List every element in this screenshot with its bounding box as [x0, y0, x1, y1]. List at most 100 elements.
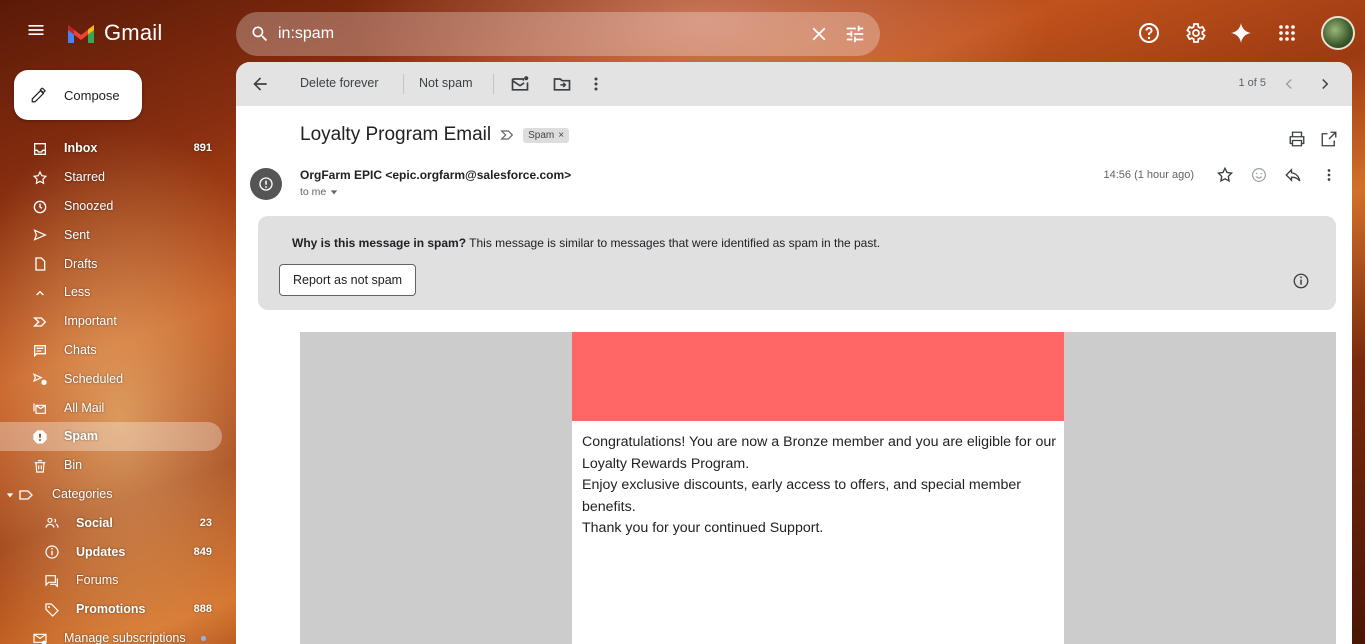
sidebar-item-label: Important [64, 314, 117, 329]
emoji-reaction-icon[interactable] [1250, 166, 1268, 184]
sender-name-email[interactable]: OrgFarm EPIC <epic.orgfarm@salesforce.co… [300, 168, 571, 182]
email-paragraph: Congratulations! You are now a Bronze me… [582, 434, 1056, 472]
email-text: Congratulations! You are now a Bronze me… [582, 432, 1057, 540]
sender-avatar[interactable] [250, 168, 282, 200]
help-icon[interactable] [1137, 21, 1161, 45]
remove-label-button[interactable]: × [558, 130, 564, 141]
sidebar-item-less[interactable]: Less [0, 278, 222, 307]
compose-button[interactable]: Compose [14, 70, 142, 120]
main-menu-button[interactable] [26, 20, 52, 46]
spam-warning-banner: Why is this message in spam? This messag… [258, 216, 1336, 310]
sidebar-item-spam[interactable]: Spam [0, 421, 222, 451]
more-vertical-icon[interactable] [586, 74, 606, 94]
important-marker-icon[interactable] [499, 127, 515, 143]
spam-explanation: Why is this message in spam? This messag… [292, 236, 880, 250]
chevron-right-icon[interactable] [1316, 75, 1334, 93]
toolbar-divider [493, 74, 494, 94]
info-icon [45, 545, 59, 559]
sidebar-item-count: 23 [199, 516, 212, 529]
sidebar-item-sent[interactable]: Sent [0, 220, 222, 249]
open-in-new-window-icon[interactable] [1320, 130, 1338, 148]
pagination-text: 1 of 5 [1238, 77, 1266, 89]
sidebar-item-forums[interactable]: Forums [0, 566, 222, 595]
email-body: Congratulations! You are now a Bronze me… [300, 332, 1336, 644]
email-paragraph: Thank you for your continued Support. [582, 520, 824, 536]
sidebar-item-manage-subscriptions[interactable]: Manage subscriptions [0, 624, 222, 644]
chevron-left-icon[interactable] [1280, 75, 1298, 93]
chevron-up-icon [36, 290, 44, 296]
tag-icon [45, 603, 59, 617]
inbox-icon [34, 143, 46, 155]
sidebar-item-categories[interactable]: Categories [0, 480, 222, 509]
sidebar-item-scheduled[interactable]: Scheduled [0, 364, 222, 393]
sidebar-item-snoozed[interactable]: Snoozed [0, 192, 222, 221]
search-input[interactable] [278, 25, 794, 43]
spam-reason: This message is similar to messages that… [466, 236, 881, 250]
reply-icon[interactable] [1284, 166, 1302, 184]
scheduled-icon [32, 373, 47, 386]
print-icon[interactable] [1288, 130, 1306, 148]
label-icon [19, 489, 33, 500]
sidebar-item-promotions[interactable]: Promotions 888 [0, 595, 222, 624]
move-to-folder-icon[interactable] [552, 74, 572, 94]
settings-gear-icon[interactable] [1183, 21, 1207, 45]
sidebar-item-label: Spam [64, 429, 99, 444]
search-options-icon[interactable] [844, 23, 866, 45]
info-icon[interactable] [1292, 272, 1310, 290]
all-mail-icon [33, 403, 46, 415]
sidebar-nav: Inbox 891 Starred Snoozed Sent Drafts Le… [0, 134, 236, 644]
caret-down-icon[interactable] [6, 491, 14, 499]
sidebar-item-label: Bin [64, 458, 83, 473]
sidebar-item-starred[interactable]: Starred [0, 163, 222, 192]
label-chip-text: Spam [528, 129, 555, 141]
sidebar-item-all-mail[interactable]: All Mail [0, 393, 222, 422]
sidebar-item-chats[interactable]: Chats [0, 336, 222, 365]
gemini-sparkle-icon[interactable] [1229, 21, 1253, 45]
search-bar[interactable] [236, 12, 880, 56]
sidebar-item-drafts[interactable]: Drafts [0, 249, 222, 278]
pencil-icon [31, 87, 46, 103]
send-icon [33, 229, 47, 242]
sidebar-item-bin[interactable]: Bin [0, 451, 222, 480]
not-spam-button[interactable]: Not spam [419, 76, 473, 90]
notification-dot [201, 635, 206, 641]
sidebar-item-label: Sent [64, 227, 90, 242]
sidebar-item-updates[interactable]: Updates 849 [0, 537, 222, 566]
message-timestamp: 14:56 (1 hour ago) [1103, 169, 1194, 181]
warning-badge-icon [259, 177, 273, 191]
star-icon[interactable] [1216, 166, 1234, 184]
account-avatar[interactable] [1321, 16, 1355, 50]
search-icon[interactable] [250, 24, 270, 44]
sidebar-item-label: All Mail [64, 400, 105, 415]
recipient-details[interactable]: to me [300, 186, 338, 198]
sidebar-item-label: Less [64, 285, 91, 300]
sidebar-item-important[interactable]: Important [0, 307, 222, 336]
compose-label: Compose [64, 87, 120, 103]
delete-forever-button[interactable]: Delete forever [300, 76, 379, 90]
apps-grid-icon[interactable] [1275, 21, 1299, 45]
recipient-text: to me [300, 186, 327, 198]
clear-search-icon[interactable] [808, 23, 830, 45]
important-icon [33, 317, 47, 327]
more-vertical-icon[interactable] [1320, 166, 1338, 184]
sidebar: Compose Inbox 891 Starred Snoozed Sent D… [0, 64, 236, 644]
star-icon [32, 170, 48, 185]
email-banner [572, 332, 1064, 421]
sidebar-item-count: 891 [193, 142, 212, 155]
people-icon [45, 518, 59, 529]
sidebar-item-social[interactable]: Social 23 [0, 508, 222, 537]
sidebar-item-label: Updates [76, 544, 126, 559]
clock-icon [33, 200, 47, 213]
mark-unread-icon[interactable] [510, 74, 530, 94]
sidebar-item-label: Starred [64, 170, 105, 185]
sidebar-item-count: 849 [193, 545, 212, 558]
sidebar-item-label: Categories [52, 486, 113, 501]
sidebar-item-inbox[interactable]: Inbox 891 [0, 134, 222, 163]
message-subject: Loyalty Program Email [300, 124, 492, 145]
back-arrow-icon[interactable] [250, 74, 270, 94]
gmail-logo[interactable]: Gmail [66, 20, 162, 46]
sidebar-item-label: Drafts [64, 256, 98, 271]
sidebar-item-label: Snoozed [64, 198, 114, 213]
chat-icon [34, 344, 46, 357]
report-not-spam-button[interactable]: Report as not spam [279, 264, 417, 296]
